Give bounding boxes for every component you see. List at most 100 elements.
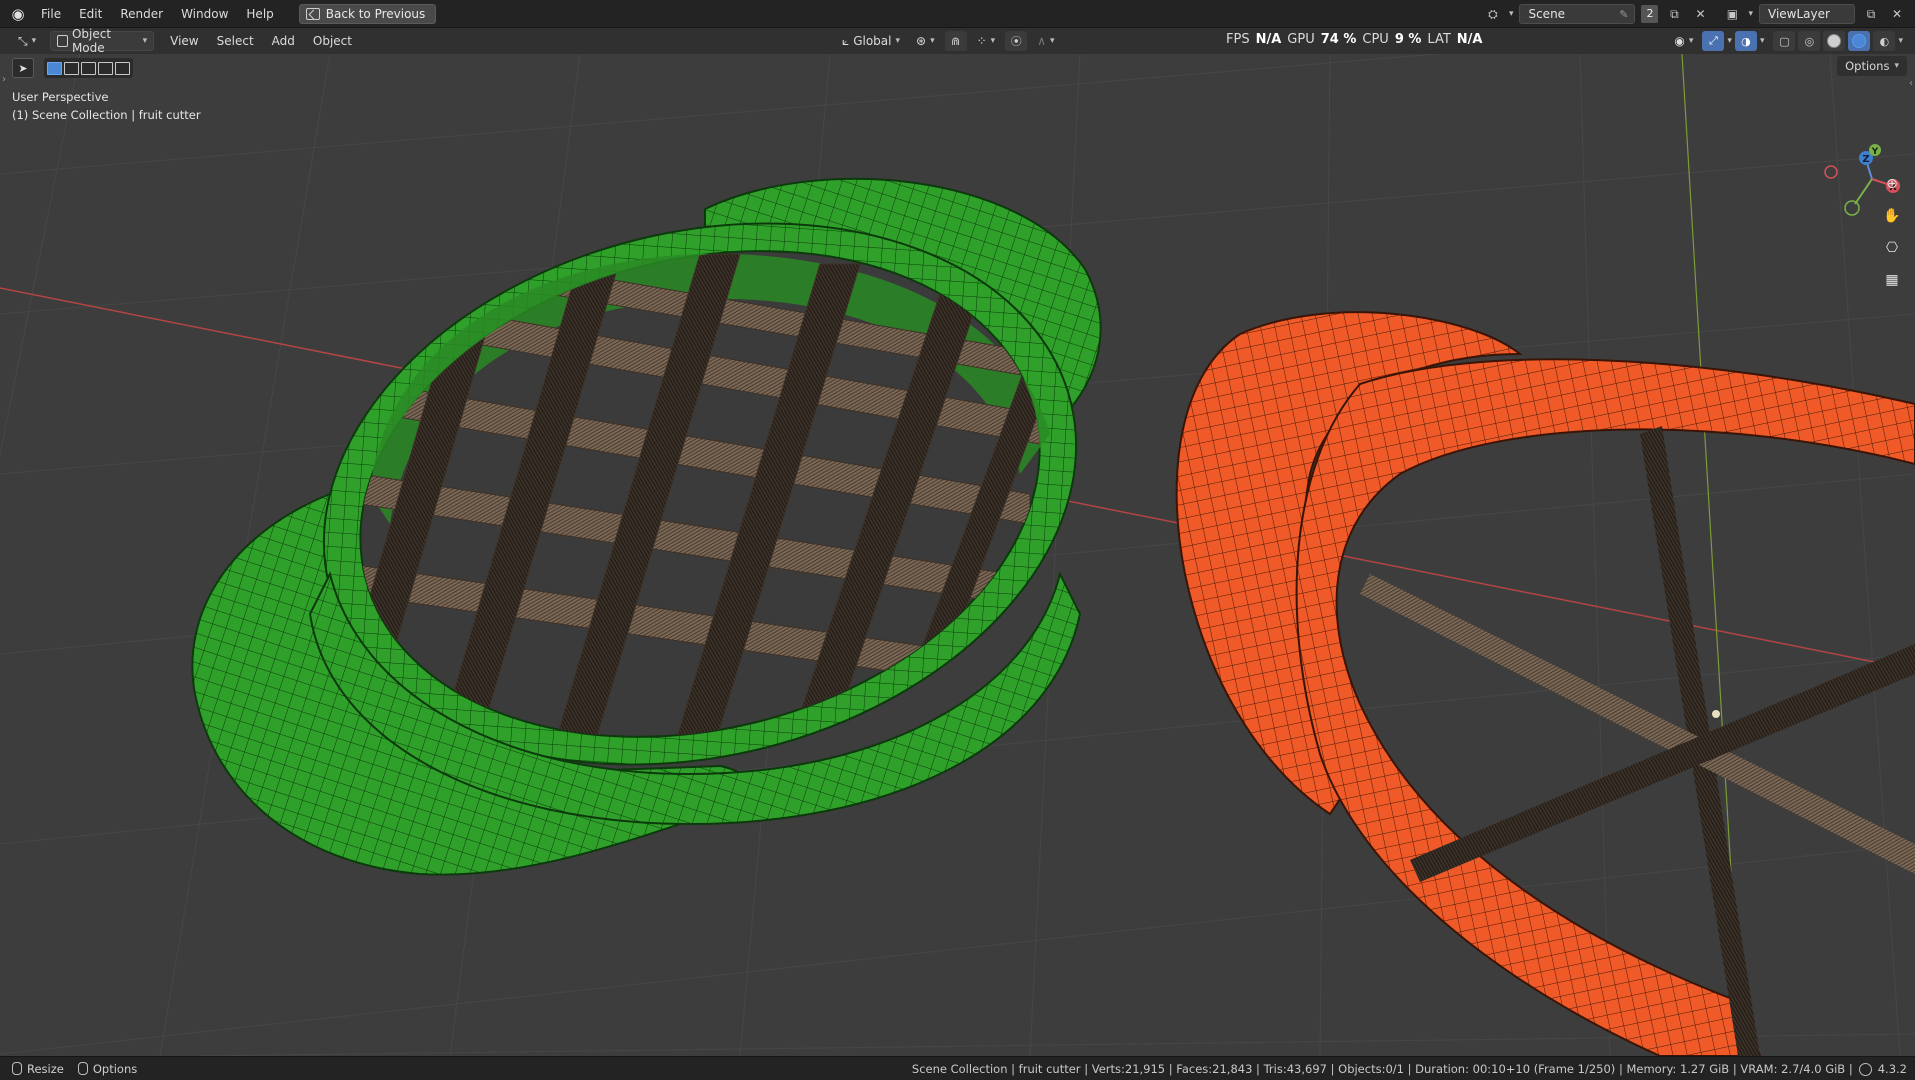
camera-view-icon[interactable]: ⎔ xyxy=(1879,236,1905,260)
select-intersect-icon[interactable] xyxy=(115,61,130,75)
overlays-toggle[interactable]: ◑ xyxy=(1734,31,1757,51)
menu-edit[interactable]: Edit xyxy=(70,0,111,28)
menu-view[interactable]: View xyxy=(164,31,204,51)
snap-toggle[interactable]: ⋒ xyxy=(944,31,967,51)
select-tool-button[interactable]: ➤ xyxy=(12,58,34,78)
scene-canvas[interactable]: Z Y X xyxy=(0,54,1915,1056)
menu-object[interactable]: Object xyxy=(307,31,358,51)
cpu-value: 9 % xyxy=(1394,31,1422,47)
wireframe-sphere-icon: ◎ xyxy=(1804,34,1815,48)
select-new-icon[interactable] xyxy=(47,61,62,75)
mode-label: Object Mode xyxy=(71,27,112,55)
menu-select[interactable]: Select xyxy=(211,31,260,51)
wireframe-shading-button[interactable]: ◎ xyxy=(1798,31,1821,51)
transform-orientation-label: Global xyxy=(853,34,892,48)
gizmo-y-label: Y xyxy=(1871,147,1879,157)
scene-user-count: 2 xyxy=(1641,5,1659,23)
orange-spoke-diagonal xyxy=(1410,644,1915,882)
gizmo-toggle[interactable]: ⤢ xyxy=(1702,31,1725,51)
pan-hand-icon[interactable]: ✋ xyxy=(1879,204,1905,228)
rendered-shading-button[interactable]: ◐ xyxy=(1873,31,1896,51)
chevron-down-icon[interactable]: ▾ xyxy=(1760,36,1765,46)
chevron-down-icon: ▾ xyxy=(990,36,996,46)
options-hint: Options xyxy=(77,1061,138,1076)
navigation-tools: ⊕ ✋ ⎔ ▦ xyxy=(1879,172,1905,292)
sidebar-expand-icon[interactable]: ‹ xyxy=(1909,78,1913,89)
new-view-layer-icon[interactable]: ⧉ xyxy=(1861,4,1881,24)
chevron-down-icon[interactable]: ▾ xyxy=(1727,36,1732,46)
object-mode-icon xyxy=(57,35,68,47)
top-menu-bar: ◉ File Edit Render Window Help Back to P… xyxy=(0,0,1915,28)
toolbar-expand-icon[interactable]: › xyxy=(2,74,6,85)
status-bar: Resize Options Scene Collection | fruit … xyxy=(0,1056,1915,1080)
view-layer-name[interactable]: ViewLayer xyxy=(1760,7,1838,21)
blender-logo-icon[interactable]: ◉ xyxy=(4,0,32,28)
chevron-down-icon[interactable]: ▾ xyxy=(1748,9,1753,19)
scene-name[interactable]: Scene xyxy=(1520,7,1573,21)
chevron-down-icon: ▾ xyxy=(1894,61,1899,71)
mouse-icon xyxy=(77,1062,88,1075)
gizmo-neg-y[interactable] xyxy=(1844,200,1860,216)
chevron-down-icon[interactable]: ▾ xyxy=(1509,9,1514,19)
snap-target-dropdown[interactable]: ⁘ ▾ xyxy=(971,31,1002,51)
viewport-options-button[interactable]: Options ▾ xyxy=(1837,56,1907,76)
object-origin[interactable] xyxy=(1712,710,1720,718)
mode-dropdown[interactable]: Object Mode ▾ xyxy=(50,27,155,55)
chevron-down-icon: ▾ xyxy=(1050,36,1055,46)
material-sphere-icon xyxy=(1852,34,1867,48)
material-shading-button[interactable] xyxy=(1848,31,1871,51)
select-extend-icon[interactable] xyxy=(64,61,79,75)
visibility-dropdown[interactable]: ◉ ▾ xyxy=(1668,31,1699,51)
editor-type-button[interactable]: ⤡ ▾ xyxy=(12,31,42,51)
gizmo-z-label: Z xyxy=(1862,154,1869,165)
chevron-down-icon: ▾ xyxy=(930,36,935,46)
menu-render[interactable]: Render xyxy=(111,0,172,28)
back-icon xyxy=(305,7,320,20)
magnet-icon: ⋒ xyxy=(951,34,961,48)
falloff-dropdown[interactable]: ∧ ▾ xyxy=(1031,31,1060,51)
transform-orientation-dropdown[interactable]: ⟀ Global ▾ xyxy=(836,31,906,51)
menu-help[interactable]: Help xyxy=(237,0,282,28)
new-scene-icon[interactable]: ⧉ xyxy=(1664,4,1684,24)
resize-hint: Resize xyxy=(12,1062,64,1076)
cursor-icon: ➤ xyxy=(18,61,28,75)
select-invert-icon[interactable] xyxy=(98,61,113,75)
pivot-point-dropdown[interactable]: ⊛ ▾ xyxy=(910,31,941,51)
green-fruit-cutter[interactable] xyxy=(191,147,1134,876)
orange-fruit-cutter[interactable] xyxy=(1175,311,1915,1056)
proportional-editing-toggle[interactable]: ⦿ xyxy=(1005,31,1028,51)
status-keymap-hints: Resize Options xyxy=(0,1062,137,1076)
remove-view-layer-icon[interactable]: ✕ xyxy=(1887,4,1907,24)
viewport-header: ⤡ ▾ Object Mode ▾ View Select Add Object … xyxy=(0,27,1915,55)
workspace-selectors: ⛭ ▾ Scene ✎ 2 ⧉ ✕ ▣ ▾ ViewLayer ⧉ ✕ xyxy=(1483,4,1907,24)
options-hint-label: Options xyxy=(92,1061,138,1076)
remove-scene-icon[interactable]: ✕ xyxy=(1690,4,1710,24)
fps-label: FPS xyxy=(1226,31,1250,47)
falloff-icon: ∧ xyxy=(1037,34,1046,48)
scene-selector[interactable]: Scene ✎ xyxy=(1519,4,1636,24)
zoom-icon[interactable]: ⊕ xyxy=(1879,172,1905,196)
view-layer-selector[interactable]: ViewLayer xyxy=(1759,4,1855,24)
gizmo-neg-x[interactable] xyxy=(1824,165,1838,179)
selection-mode-group[interactable] xyxy=(44,58,133,78)
3d-viewport[interactable]: Z Y X › ➤ User Perspective (1) Scene Col… xyxy=(0,54,1915,1056)
version-label: 4.3.2 xyxy=(1877,1062,1907,1076)
chevron-down-icon: ▾ xyxy=(31,36,37,46)
select-subtract-icon[interactable] xyxy=(81,61,96,75)
performance-overlay: FPS N/A GPU 74 % CPU 9 % LAT N/A xyxy=(1226,28,1483,50)
menu-window[interactable]: Window xyxy=(172,0,237,28)
menu-file[interactable]: File xyxy=(32,0,70,28)
solid-shading-button[interactable] xyxy=(1823,31,1846,51)
perspective-grid-icon[interactable]: ▦ xyxy=(1879,268,1905,292)
view-layer-icon[interactable]: ▣ xyxy=(1722,4,1742,24)
pin-icon[interactable]: ✎ xyxy=(1619,8,1628,21)
chevron-down-icon: ▾ xyxy=(1688,36,1694,46)
xray-toggle[interactable]: ▢ xyxy=(1773,31,1796,51)
back-to-previous-button[interactable]: Back to Previous xyxy=(298,3,437,24)
menu-add[interactable]: Add xyxy=(266,31,301,51)
viewport-info-overlay: User Perspective (1) Scene Collection | … xyxy=(12,88,201,124)
collection-path-label: (1) Scene Collection | fruit cutter xyxy=(12,108,201,122)
scene-type-icon[interactable]: ⛭ xyxy=(1483,4,1503,24)
chevron-down-icon[interactable]: ▾ xyxy=(1898,36,1903,46)
globe-icon xyxy=(1858,1062,1872,1076)
